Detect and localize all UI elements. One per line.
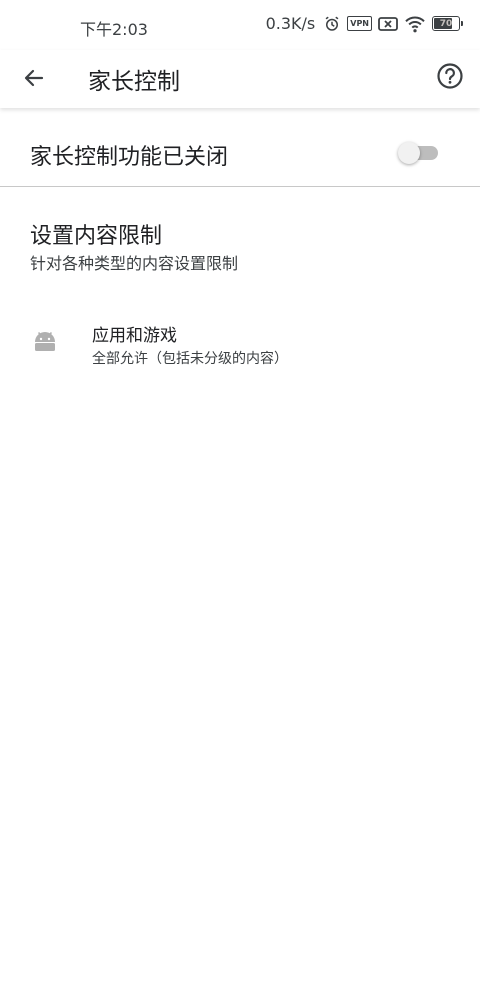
status-time: 下午2:03 bbox=[80, 20, 148, 39]
parental-control-toggle-row[interactable]: 家长控制功能已关闭 bbox=[0, 115, 480, 187]
content-restrictions-subtitle: 针对各种类型的内容设置限制 bbox=[30, 254, 239, 273]
page-title: 家长控制 bbox=[88, 69, 180, 95]
battery-icon: 70 bbox=[432, 16, 463, 31]
content-restrictions-title: 设置内容限制 bbox=[30, 224, 163, 249]
switch-thumb bbox=[398, 142, 420, 164]
wifi-icon bbox=[404, 15, 426, 33]
apps-and-games-item[interactable]: 应用和游戏 全部允许（包括未分级的内容） bbox=[0, 300, 480, 390]
vpn-icon: VPN bbox=[347, 16, 372, 31]
status-bar: 下午2:03 0.3K/s VPN 70 bbox=[0, 0, 480, 50]
no-sim-icon bbox=[378, 16, 398, 32]
arrow-back-icon bbox=[24, 69, 44, 87]
apps-and-games-subtitle: 全部允许（包括未分级的内容） bbox=[92, 351, 288, 367]
back-button[interactable] bbox=[18, 62, 50, 94]
battery-level: 70 bbox=[439, 18, 453, 29]
help-circle-icon bbox=[437, 63, 463, 89]
parental-control-status-label: 家长控制功能已关闭 bbox=[30, 145, 229, 170]
app-bar: 家长控制 bbox=[0, 50, 480, 108]
help-button[interactable] bbox=[434, 60, 466, 92]
alarm-icon bbox=[323, 15, 341, 33]
apps-and-games-title: 应用和游戏 bbox=[92, 326, 177, 346]
status-icons: 0.3K/s VPN 70 bbox=[265, 14, 463, 33]
parental-control-switch[interactable] bbox=[398, 142, 440, 164]
android-icon bbox=[32, 328, 58, 354]
network-speed: 0.3K/s bbox=[265, 14, 316, 33]
